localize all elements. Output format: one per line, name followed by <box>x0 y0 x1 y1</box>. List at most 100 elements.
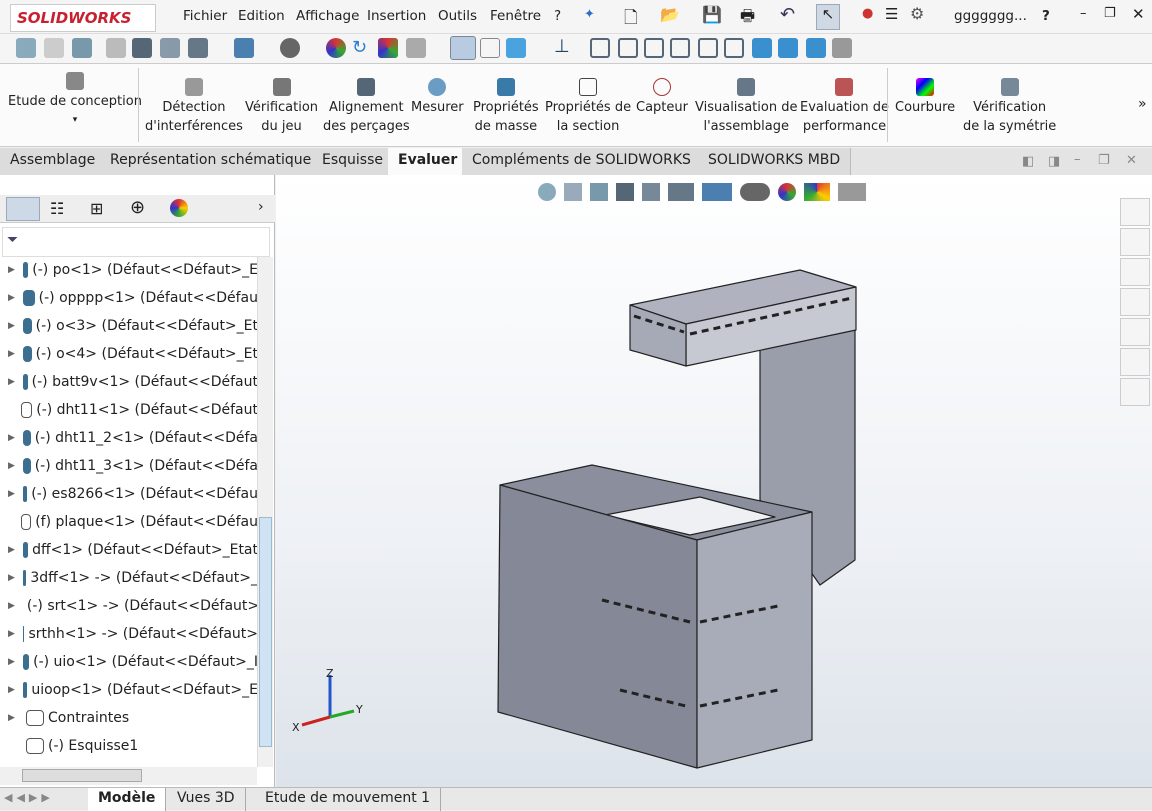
task-pane-view-palette-icon[interactable] <box>1120 288 1150 316</box>
menu-affichage[interactable]: Affichage <box>296 8 359 24</box>
trimetric-view-icon[interactable] <box>778 38 798 58</box>
normal-to-icon[interactable]: ⊥ <box>554 36 574 57</box>
feature-manager-tab-icon[interactable] <box>6 197 40 221</box>
previous-view-icon[interactable] <box>72 38 92 58</box>
zoom-to-fit-icon[interactable] <box>16 38 36 58</box>
sensor-button[interactable]: Capteur <box>636 78 688 117</box>
filter-icon[interactable]: ⏷ <box>7 232 18 248</box>
tree-item[interactable]: ▶ (-) srt<1> -> (Défaut<<Défaut> <box>8 592 258 620</box>
expand-arrow-icon[interactable]: ▶ <box>8 321 15 331</box>
display-style-icon[interactable] <box>234 38 254 58</box>
tree-horizontal-scrollbar[interactable] <box>0 767 257 785</box>
rotate-icon[interactable]: ↻ <box>352 37 372 58</box>
front-view-icon[interactable] <box>590 38 610 58</box>
clearance-verification-button[interactable]: Vérification du jeu <box>245 78 318 136</box>
minimize-icon[interactable]: – <box>1080 6 1087 21</box>
tree-item[interactable]: (-) dht11<1> (Défaut<<Défaut <box>8 396 258 424</box>
close-icon[interactable]: ✕ <box>1132 5 1145 23</box>
assembly-visualization-button[interactable]: Visualisation de l'assemblage <box>695 78 797 136</box>
view-orientation-icon[interactable] <box>188 38 208 58</box>
tree-item[interactable]: ▶ (-) dht11_2<1> (Défaut<<Défa <box>8 424 258 452</box>
expand-arrow-icon[interactable]: ▶ <box>8 349 15 359</box>
left-view-icon[interactable] <box>644 38 664 58</box>
tab-solidworks-mbd[interactable]: SOLIDWORKS MBD <box>698 148 852 175</box>
scene-icon[interactable] <box>378 38 398 58</box>
task-pane-home-icon[interactable] <box>1120 198 1150 226</box>
select-icon[interactable]: ↖ <box>816 4 840 30</box>
rebuild-icon[interactable]: ● <box>862 6 873 21</box>
property-manager-tab-icon[interactable]: ☷ <box>50 199 64 218</box>
mass-properties-button[interactable]: Propriétés de masse <box>473 78 539 136</box>
solidworks-logo[interactable]: SOLIDWORKS <box>10 4 156 32</box>
tab-representation-schematique[interactable]: Représentation schématique <box>100 148 323 175</box>
tree-item[interactable]: ▶ (-) uio<1> (Défaut<<Défaut>_I <box>8 648 258 676</box>
top-view-icon[interactable] <box>698 38 718 58</box>
expand-arrow-icon[interactable]: ▶ <box>8 461 15 471</box>
print-icon[interactable]: 🖶 <box>740 5 755 32</box>
expand-arrow-icon[interactable]: ▶ <box>8 293 15 303</box>
dynamic-annotation-icon[interactable] <box>132 38 152 58</box>
expand-arrow-icon[interactable]: ▶ <box>8 433 15 443</box>
menu-outils[interactable]: Outils <box>438 8 477 24</box>
task-pane-custom-properties-icon[interactable] <box>1120 348 1150 376</box>
options-gear-icon[interactable]: ⚙ <box>910 4 924 23</box>
tree-item[interactable]: ▶ 3dff<1> -> (Défaut<<Défaut>_ <box>8 564 258 592</box>
menu-fichier[interactable]: Fichier <box>183 8 227 24</box>
tree-item[interactable]: ▶ srthh<1> -> (Défaut<<Défaut> <box>8 620 258 648</box>
chevron-down-icon[interactable]: ▾ <box>8 111 142 130</box>
isometric-view-icon[interactable] <box>752 38 772 58</box>
tree-item[interactable]: ▶ (-) batt9v<1> (Défaut<<Défaut <box>8 368 258 396</box>
expand-arrow-icon[interactable]: ▶ <box>8 601 15 611</box>
file-properties-icon[interactable]: ☰ <box>885 5 898 23</box>
graphics-area[interactable]: Z X Y <box>276 175 1152 787</box>
menu-insertion[interactable]: Insertion <box>367 8 426 24</box>
tree-item[interactable]: ▶ (-) o<3> (Défaut<<Défaut>_Et <box>8 312 258 340</box>
menu-edition[interactable]: Edition <box>238 8 285 24</box>
tile-left-icon[interactable]: ◧ <box>1022 154 1034 169</box>
restore-icon[interactable]: ❐ <box>1104 6 1116 21</box>
menu-help[interactable]: ? <box>554 8 561 24</box>
view-settings-icon[interactable] <box>406 38 426 58</box>
hide-show-icon[interactable] <box>280 38 300 58</box>
tab-esquisse[interactable]: Esquisse <box>312 148 394 175</box>
tile-right-icon[interactable]: ◨ <box>1048 154 1060 169</box>
tab-assemblage[interactable]: Assemblage <box>0 148 107 175</box>
tree-item[interactable]: ▶ (-) opppp<1> (Défaut<<Défau <box>8 284 258 312</box>
help-button[interactable]: ? <box>1042 8 1050 24</box>
expand-arrow-icon[interactable]: ▶ <box>8 545 15 555</box>
tree-item[interactable]: ▶ (-) po<1> (Défaut<<Défaut>_E <box>8 256 258 284</box>
menu-fenetre[interactable]: Fenêtre <box>490 8 541 24</box>
section-view-icon[interactable] <box>106 38 126 58</box>
tree-item[interactable]: (f) plaque<1> (Défaut<<Défau <box>8 508 258 536</box>
shaded-edges-icon[interactable] <box>450 36 476 60</box>
tab-complements[interactable]: Compléments de SOLIDWORKS <box>462 148 702 175</box>
doc-restore-icon[interactable]: ❐ <box>1098 153 1110 168</box>
display-manager-tab-icon[interactable] <box>170 199 188 217</box>
save-icon[interactable]: 💾 <box>702 5 722 24</box>
tree-item[interactable]: ▶ (-) es8266<1> (Défaut<<Défau <box>8 480 258 508</box>
task-pane-design-library-icon[interactable] <box>1120 228 1150 256</box>
interference-detection-button[interactable]: Détection d'interférences <box>145 78 243 136</box>
expand-arrow-icon[interactable]: ▶ <box>8 265 15 275</box>
tab-evaluer[interactable]: Evaluer <box>388 148 469 175</box>
expand-arrow-icon[interactable]: ▶ <box>8 685 15 695</box>
tree-vertical-scrollbar[interactable] <box>257 257 273 767</box>
tab-modele[interactable]: Modèle <box>88 788 167 811</box>
new-document-icon[interactable]: 🗋 <box>624 5 638 34</box>
scrollbar-thumb[interactable] <box>259 517 272 747</box>
bottom-view-icon[interactable] <box>724 38 744 58</box>
tree-item[interactable]: ▶ Contraintes <box>8 704 258 732</box>
doc-minimize-icon[interactable]: – <box>1074 152 1081 167</box>
open-icon[interactable]: 📂 <box>660 5 680 24</box>
configuration-manager-tab-icon[interactable]: ⊞ <box>90 199 103 218</box>
dimxpert-tab-icon[interactable]: ⊕ <box>130 197 145 218</box>
doc-close-icon[interactable]: ✕ <box>1126 153 1137 168</box>
symmetry-check-button[interactable]: Vérification de la symétrie <box>963 78 1056 136</box>
assembly-model[interactable] <box>276 175 1152 787</box>
expand-arrow-icon[interactable]: ▶ <box>8 377 15 387</box>
expand-arrow-icon[interactable]: ▶ <box>8 713 18 723</box>
appearance-icon[interactable] <box>326 38 346 58</box>
task-pane-forum-icon[interactable] <box>1120 378 1150 406</box>
edit-appearance-icon[interactable] <box>832 38 852 58</box>
expand-arrow-icon[interactable]: ▶ <box>8 657 15 667</box>
